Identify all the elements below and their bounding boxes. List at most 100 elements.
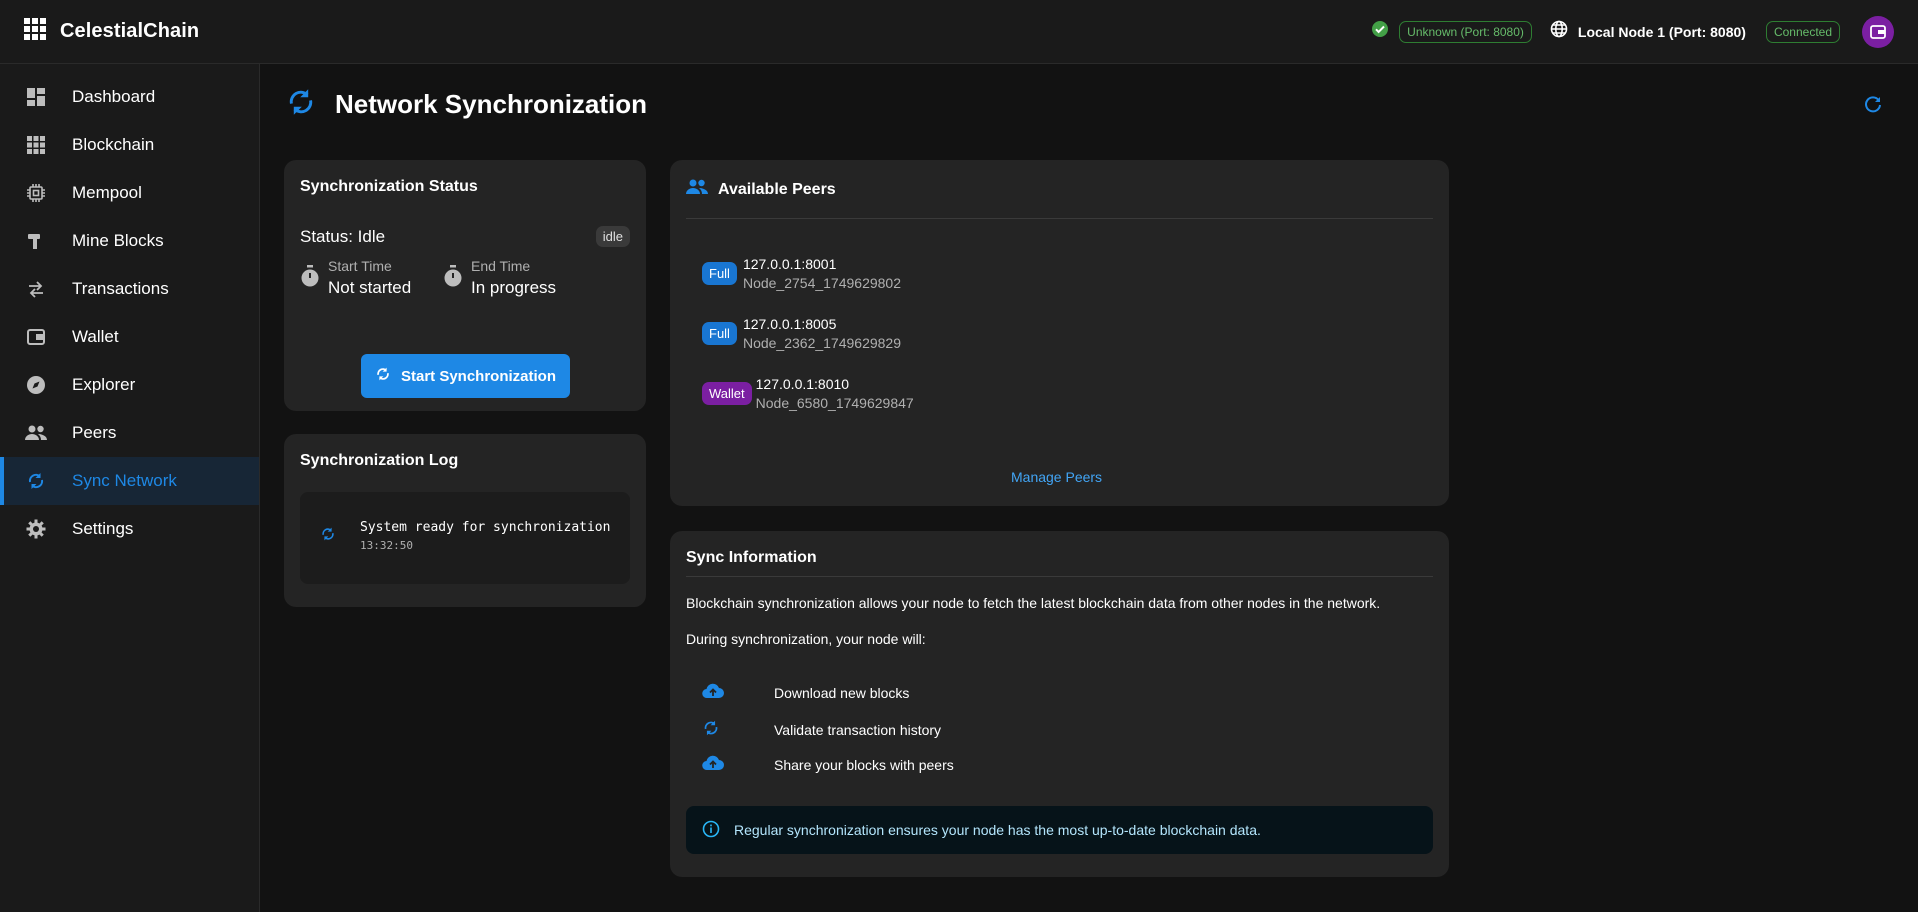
end-time-value: In progress <box>471 278 557 297</box>
brand: CelestialChain <box>24 18 199 45</box>
sidebar-item-label: Mempool <box>72 183 142 202</box>
peer-type-badge: Full <box>702 262 737 285</box>
alert-text: Regular synchronization ensures your nod… <box>734 822 1261 838</box>
timer-icon <box>443 265 463 292</box>
peer-address: 127.0.0.1:8001 <box>742 256 837 272</box>
sidebar-item-explorer[interactable]: Explorer <box>0 361 259 409</box>
sync-list-item: Share your blocks with peers <box>702 755 954 774</box>
sidebar-item-label: Blockchain <box>72 135 155 154</box>
sync-list-item: Validate transaction history <box>702 719 941 740</box>
start-time: Start Time Not started <box>300 258 411 298</box>
swap-icon <box>24 277 48 301</box>
sidebar-item-label: Sync Network <box>72 471 177 490</box>
page-title: Network Synchronization <box>335 89 648 119</box>
info-icon <box>702 820 720 841</box>
sidebar-item-sync-network[interactable]: Sync Network <box>0 457 259 505</box>
divider <box>686 576 1433 577</box>
peer-type-badge: Full <box>702 322 737 345</box>
sync-icon <box>375 366 391 386</box>
info-paragraph: Blockchain synchronization allows your n… <box>686 595 1381 611</box>
grid-icon[interactable] <box>24 18 46 45</box>
sync-icon <box>702 719 774 740</box>
sidebar: Dashboard Blockchain Mempool Mine Blocks… <box>0 64 260 912</box>
topbar-status: Unknown (Port: 8080) Local Node 1 (Port:… <box>1371 15 1894 48</box>
peer-name: Node_2754_1749629802 <box>742 275 901 291</box>
cloud-upload-icon <box>702 683 774 702</box>
sync-info-card: Sync Information Blockchain synchronizat… <box>670 531 1449 877</box>
peer-address: 127.0.0.1:8010 <box>755 376 850 392</box>
top-app-bar: CelestialChain Unknown (Port: 8080) Loca… <box>0 0 1918 64</box>
refresh-icon[interactable] <box>1863 94 1883 119</box>
grid-icon <box>24 133 48 157</box>
button-label: Start Synchronization <box>400 367 557 385</box>
log-list: System ready for synchronization 13:32:5… <box>300 492 630 584</box>
peer-item[interactable]: Full 127.0.0.1:8001 Node_2754_1749629802 <box>702 256 901 291</box>
sidebar-item-transactions[interactable]: Transactions <box>0 265 259 313</box>
sidebar-item-label: Settings <box>72 519 134 538</box>
sync-icon <box>24 469 48 493</box>
wallet-icon <box>24 325 48 349</box>
app-title: CelestialChain <box>60 20 200 42</box>
card-title: Synchronization Log <box>300 452 459 469</box>
sync-list-item: Download new blocks <box>702 683 909 702</box>
unknown-port-chip: Unknown (Port: 8080) <box>1399 20 1532 43</box>
sidebar-item-settings[interactable]: Settings <box>0 505 259 553</box>
main-content: Network Synchronization Synchronization … <box>261 64 1918 912</box>
sidebar-item-wallet[interactable]: Wallet <box>0 313 259 361</box>
connected-chip: Connected <box>1765 20 1840 43</box>
peer-address: 127.0.0.1:8005 <box>742 316 837 332</box>
timer-icon <box>300 265 320 292</box>
check-circle-icon <box>1371 20 1389 43</box>
sidebar-item-mine-blocks[interactable]: Mine Blocks <box>0 217 259 265</box>
people-icon <box>24 421 48 445</box>
divider <box>686 218 1433 219</box>
compass-icon <box>24 373 48 397</box>
sidebar-item-label: Wallet <box>72 327 119 346</box>
card-title: Synchronization Status <box>300 178 478 195</box>
sync-list-label: Download new blocks <box>774 684 910 701</box>
log-message: System ready for synchronization <box>360 520 611 535</box>
peer-name: Node_2362_1749629829 <box>742 335 901 351</box>
available-peers-card: Available Peers Full 127.0.0.1:8001 Node… <box>670 160 1449 506</box>
globe-icon <box>1550 20 1568 43</box>
cloud-upload-icon <box>702 755 774 774</box>
peer-item[interactable]: Full 127.0.0.1:8005 Node_2362_1749629829 <box>702 316 901 351</box>
log-entry: System ready for synchronization 13:32:5… <box>320 520 610 552</box>
node-label[interactable]: Local Node 1 (Port: 8080) <box>1578 24 1746 40</box>
sync-list-label: Validate transaction history <box>774 721 942 738</box>
hammer-icon <box>24 229 48 253</box>
sidebar-item-peers[interactable]: Peers <box>0 409 259 457</box>
info-paragraph: During synchronization, your node will: <box>686 631 926 647</box>
page-header: Network Synchronization <box>285 86 647 123</box>
manage-peers-link[interactable]: Manage Peers <box>1011 469 1102 485</box>
sidebar-item-label: Dashboard <box>72 87 156 106</box>
start-time-value: Not started <box>328 278 412 297</box>
people-icon <box>686 178 708 201</box>
peer-type-badge: Wallet <box>702 382 752 405</box>
sync-icon <box>320 526 336 547</box>
peer-name: Node_6580_1749629847 <box>755 395 914 411</box>
status-text: Status: Idle <box>300 226 386 246</box>
card-title: Sync Information <box>686 549 817 566</box>
sync-status-card: Synchronization Status Status: Idle idle… <box>284 160 646 411</box>
start-time-label: Start Time <box>328 258 392 274</box>
sync-icon <box>285 86 317 123</box>
sidebar-item-label: Peers <box>72 423 117 442</box>
dashboard-icon <box>24 85 48 109</box>
sidebar-item-mempool[interactable]: Mempool <box>0 169 259 217</box>
wallet-avatar-icon[interactable] <box>1862 15 1894 48</box>
sidebar-item-blockchain[interactable]: Blockchain <box>0 121 259 169</box>
sync-list-label: Share your blocks with peers <box>774 756 954 773</box>
sidebar-item-label: Transactions <box>72 279 169 298</box>
peer-item[interactable]: Wallet 127.0.0.1:8010 Node_6580_17496298… <box>702 376 914 411</box>
end-time-label: End Time <box>471 258 531 274</box>
status-badge: idle <box>595 226 630 247</box>
sidebar-item-dashboard[interactable]: Dashboard <box>0 73 259 121</box>
peers-header: Available Peers <box>686 178 836 201</box>
sync-log-card: Synchronization Log System ready for syn… <box>284 434 646 607</box>
start-sync-button[interactable]: Start Synchronization <box>361 354 570 398</box>
sidebar-item-label: Explorer <box>72 375 136 394</box>
info-alert: Regular synchronization ensures your nod… <box>686 806 1433 854</box>
sidebar-item-label: Mine Blocks <box>72 231 164 250</box>
log-time: 13:32:50 <box>360 539 413 552</box>
